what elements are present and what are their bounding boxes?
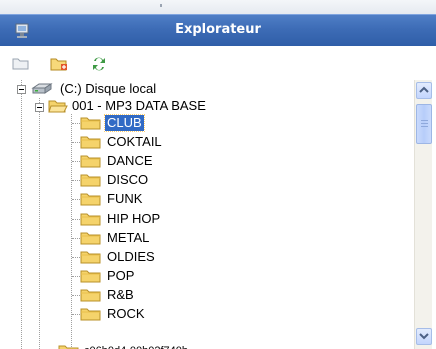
folder-icon [80, 249, 102, 269]
top-frame-strip [0, 0, 436, 14]
folder-icon [80, 115, 102, 135]
tree-label-folder: FUNK [107, 191, 143, 207]
toolbar [0, 46, 436, 80]
folder-icon [80, 134, 102, 154]
folder-icon [80, 230, 102, 250]
window-titlebar[interactable]: Explorateur [0, 14, 436, 46]
open-folder-icon[interactable] [50, 55, 70, 73]
tree-label-folder: DISCO [107, 172, 149, 188]
collapse-toggle[interactable] [17, 85, 26, 94]
tree-label-partial: c06b0d4-00b02f740b [82, 343, 190, 349]
folder-icon [80, 153, 102, 173]
thumb-grip [421, 123, 428, 124]
tree-label-folder: CLUB [104, 114, 145, 132]
tree-label-folder: OLDIES [107, 248, 155, 264]
thumb-grip [421, 120, 428, 121]
tree-label-folder: DANCE [107, 153, 153, 169]
collapse-toggle[interactable] [35, 103, 44, 112]
folder-icon [80, 172, 102, 192]
thumb-grip [421, 126, 428, 127]
folder-open-icon [48, 98, 68, 118]
scroll-up-button[interactable] [416, 82, 432, 99]
tree-label-drive: (C:) Disque local [60, 81, 157, 96]
folder-icon [80, 191, 102, 211]
folder-icon [80, 268, 102, 288]
folder-tree[interactable]: (C:) Disque local 001 - MP3 DATA BASE CL… [12, 80, 414, 349]
folder-icon [80, 287, 102, 307]
frame-nub [160, 4, 162, 7]
tree-line [39, 98, 40, 349]
tree-label-folder: POP [107, 267, 135, 283]
tree-label-root-folder: 001 - MP3 DATA BASE [72, 98, 206, 113]
folder-icon [58, 343, 80, 349]
tree-label-folder: METAL [107, 229, 150, 245]
tree-label-folder: HIP HOP [107, 210, 161, 226]
scroll-thumb[interactable] [416, 104, 432, 144]
folder-icon [80, 211, 102, 231]
vertical-scrollbar[interactable] [414, 80, 432, 349]
refresh-icon[interactable] [90, 55, 110, 73]
window-title: Explorateur [175, 22, 261, 37]
chevron-down-icon [419, 333, 429, 340]
chevron-up-icon [419, 86, 429, 93]
tree-line [21, 80, 22, 349]
tree-label-folder: COKTAIL [107, 134, 162, 150]
folder-icon [80, 306, 102, 326]
tree-label-folder: ROCK [107, 306, 145, 321]
scroll-down-button[interactable] [416, 328, 432, 345]
tree-label-folder: R&B [107, 286, 134, 302]
new-folder-icon[interactable] [12, 55, 32, 73]
